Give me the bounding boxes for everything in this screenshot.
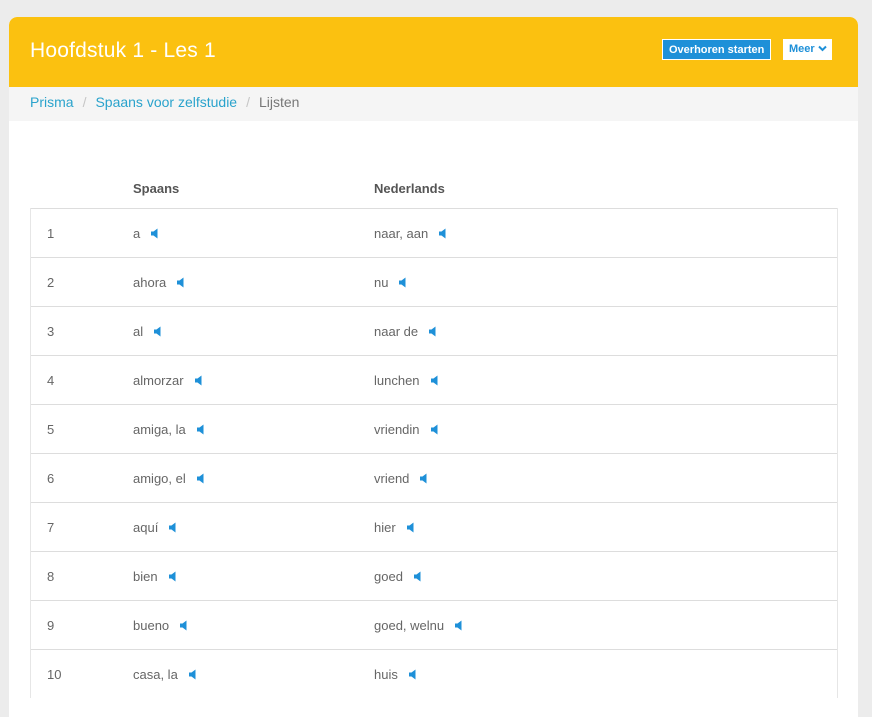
- breadcrumb-link-prisma[interactable]: Prisma: [30, 94, 74, 110]
- speaker-icon[interactable]: [178, 619, 190, 630]
- breadcrumb-separator: /: [246, 94, 250, 110]
- table-row: 6 amigo, el vriend: [30, 453, 838, 503]
- spanish-cell: almorzar: [133, 355, 374, 405]
- page-title: Hoofdstuk 1 - Les 1: [30, 39, 216, 62]
- spanish-word: casa, la: [133, 666, 178, 682]
- spanish-word: bien: [133, 568, 158, 584]
- speaker-icon[interactable]: [429, 423, 441, 434]
- page-header: Hoofdstuk 1 - Les 1 Overhoren starten Me…: [9, 17, 858, 87]
- table-row: 2 ahora nu: [30, 257, 838, 307]
- dutch-word: goed, welnu: [374, 617, 445, 633]
- breadcrumb-current: Lijsten: [258, 94, 300, 110]
- speaker-icon[interactable]: [405, 521, 417, 532]
- spanish-cell: al: [133, 306, 374, 356]
- dutch-cell: goed: [374, 551, 838, 601]
- breadcrumb: Prisma / Spaans voor zelfstudie / Lijsten: [9, 87, 858, 121]
- dutch-cell: vriendin: [374, 404, 838, 454]
- column-header-spanish: Spaans: [133, 181, 180, 196]
- table-row: 8 bien goed: [30, 551, 838, 601]
- spanish-word: ahora: [133, 274, 167, 290]
- speaker-icon[interactable]: [429, 374, 441, 385]
- column-header-dutch: Nederlands: [374, 181, 445, 196]
- speaker-icon[interactable]: [412, 570, 424, 581]
- dutch-cell: goed, welnu: [374, 600, 838, 650]
- dutch-word: vriend: [374, 470, 410, 486]
- speaker-icon[interactable]: [397, 276, 409, 287]
- breadcrumb-link-course[interactable]: Spaans voor zelfstudie: [95, 94, 237, 110]
- row-number: 4: [30, 355, 133, 405]
- dutch-cell: huis: [374, 649, 838, 698]
- row-number: 7: [30, 502, 133, 552]
- dutch-cell: naar de: [374, 306, 838, 356]
- row-number: 10: [30, 649, 133, 698]
- dutch-word: hier: [374, 519, 396, 535]
- spanish-word: almorzar: [133, 372, 184, 388]
- table-row: 10 casa, la huis: [30, 649, 838, 698]
- row-number: 9: [30, 600, 133, 650]
- more-dropdown-button[interactable]: Meer: [783, 39, 832, 60]
- start-quiz-button[interactable]: Overhoren starten: [662, 39, 772, 60]
- word-list-card: Hoofdstuk 1 - Les 1 Overhoren starten Me…: [9, 17, 858, 717]
- spanish-word: al: [133, 323, 144, 339]
- spanish-cell: casa, la: [133, 649, 374, 698]
- speaker-icon[interactable]: [149, 227, 161, 238]
- row-number: 6: [30, 453, 133, 503]
- dutch-cell: lunchen: [374, 355, 838, 405]
- speaker-icon[interactable]: [437, 227, 449, 238]
- speaker-icon[interactable]: [427, 325, 439, 336]
- spanish-cell: amiga, la: [133, 404, 374, 454]
- speaker-icon[interactable]: [195, 423, 207, 434]
- row-number: 8: [30, 551, 133, 601]
- vocabulary-table: Spaans Nederlands 1 a naar, aan 2 ahora nu 3 al…: [30, 169, 838, 698]
- table-header-row: Spaans Nederlands: [31, 169, 838, 209]
- speaker-icon[interactable]: [187, 668, 199, 679]
- table-row: 4 almorzar lunchen: [30, 355, 838, 405]
- spanish-word: amigo, el: [133, 470, 186, 486]
- chevron-down-icon: [817, 39, 827, 60]
- spanish-word: bueno: [133, 617, 170, 633]
- row-number: 5: [30, 404, 133, 454]
- table-row: 3 al naar de: [30, 306, 838, 356]
- spanish-word: amiga, la: [133, 421, 186, 437]
- row-number: 2: [30, 257, 133, 307]
- spanish-cell: bueno: [133, 600, 374, 650]
- dutch-word: naar, aan: [374, 225, 429, 241]
- table-row: 9 bueno goed, welnu: [30, 600, 838, 650]
- table-row: 5 amiga, la vriendin: [30, 404, 838, 454]
- spanish-cell: ahora: [133, 257, 374, 307]
- dutch-word: lunchen: [374, 372, 420, 388]
- dutch-cell: nu: [374, 257, 838, 307]
- dutch-cell: vriend: [374, 453, 838, 503]
- row-number: 1: [30, 208, 133, 258]
- spanish-word: aquí: [133, 519, 159, 535]
- speaker-icon[interactable]: [195, 472, 207, 483]
- spanish-cell: amigo, el: [133, 453, 374, 503]
- table-row: 1 a naar, aan: [30, 208, 838, 258]
- dutch-word: huis: [374, 666, 398, 682]
- spanish-cell: a: [133, 208, 374, 258]
- dutch-word: vriendin: [374, 421, 420, 437]
- dutch-word: naar de: [374, 323, 419, 339]
- more-button-label: Meer: [789, 43, 815, 55]
- spanish-cell: aquí: [133, 502, 374, 552]
- speaker-icon[interactable]: [407, 668, 419, 679]
- dutch-cell: naar, aan: [374, 208, 838, 258]
- speaker-icon[interactable]: [175, 276, 187, 287]
- breadcrumb-separator: /: [82, 94, 87, 110]
- dutch-word: goed: [374, 568, 403, 584]
- table-row: 7 aquí hier: [30, 502, 838, 552]
- dutch-cell: hier: [374, 502, 838, 552]
- speaker-icon[interactable]: [167, 521, 179, 532]
- speaker-icon[interactable]: [418, 472, 430, 483]
- speaker-icon[interactable]: [167, 570, 179, 581]
- speaker-icon[interactable]: [152, 325, 164, 336]
- dutch-word: nu: [374, 274, 389, 290]
- speaker-icon[interactable]: [193, 374, 205, 385]
- column-header-number: [31, 169, 134, 209]
- spanish-cell: bien: [133, 551, 374, 601]
- spanish-word: a: [133, 225, 141, 241]
- speaker-icon[interactable]: [453, 619, 465, 630]
- row-number: 3: [30, 306, 133, 356]
